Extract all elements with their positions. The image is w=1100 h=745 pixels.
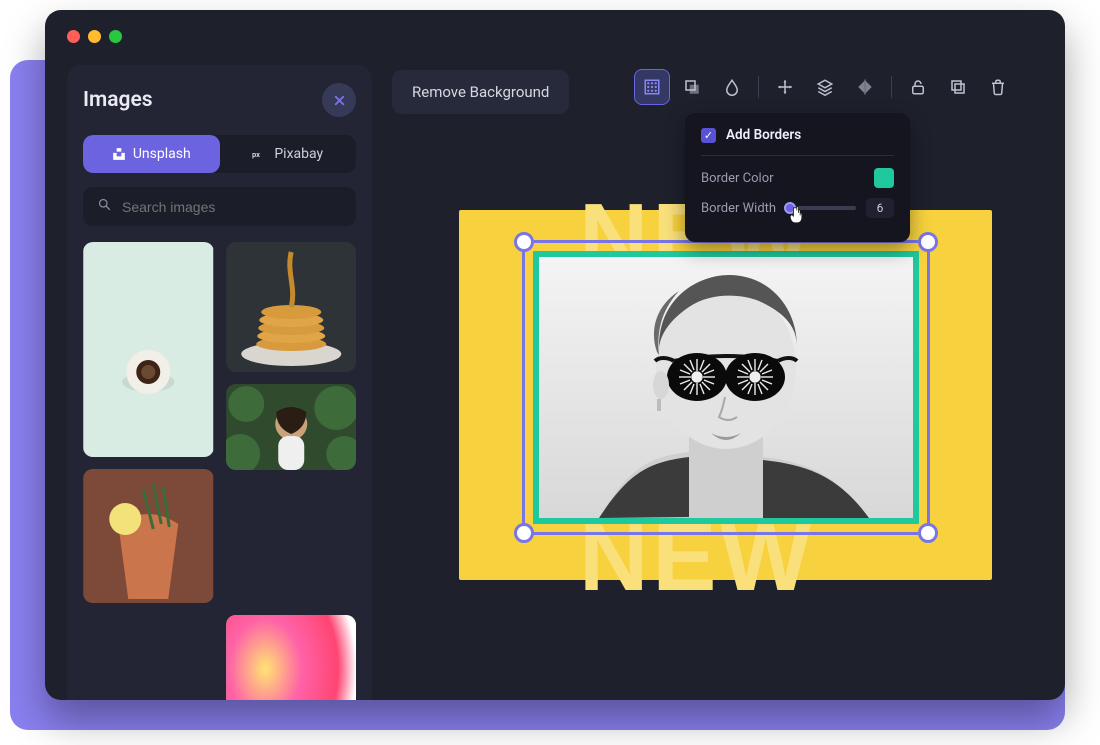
droplet-icon [723, 78, 741, 96]
pixabay-icon: px [252, 148, 267, 160]
unlock-icon [909, 78, 927, 96]
window-minimize-dot[interactable] [88, 30, 101, 43]
border-color-swatch[interactable] [874, 168, 894, 188]
images-panel: Images Unsplash px Pixabay [67, 65, 372, 700]
trash-icon [989, 78, 1007, 96]
resize-handle-tl[interactable] [514, 232, 534, 252]
border-width-value[interactable]: 6 [866, 198, 894, 218]
border-width-label: Border Width [701, 201, 776, 216]
tool-layers[interactable] [808, 70, 842, 104]
layers-icon [816, 78, 834, 96]
tool-borders[interactable] [635, 70, 669, 104]
unsplash-icon [112, 147, 126, 161]
app-window: Images Unsplash px Pixabay [45, 10, 1065, 700]
remove-background-label: Remove Background [412, 83, 549, 101]
image-thumb-coffee[interactable] [83, 242, 214, 457]
tool-flip[interactable] [848, 70, 882, 104]
add-borders-label: Add Borders [726, 127, 801, 143]
search-input[interactable] [122, 199, 342, 215]
tool-lock[interactable] [901, 70, 935, 104]
border-width-slider[interactable] [786, 206, 856, 210]
image-grid [83, 242, 356, 700]
tool-opacity[interactable] [715, 70, 749, 104]
tool-shadow[interactable] [675, 70, 709, 104]
resize-handle-tr[interactable] [918, 232, 938, 252]
shadow-icon [683, 78, 701, 96]
panel-close-button[interactable] [322, 83, 356, 117]
image-search[interactable] [83, 187, 356, 226]
search-icon [97, 197, 112, 216]
border-color-label: Border Color [701, 171, 774, 186]
image-thumb-cocktail[interactable] [83, 469, 214, 603]
duplicate-icon [949, 78, 967, 96]
move-icon [776, 78, 794, 96]
design-canvas[interactable]: NEW NEW [459, 210, 992, 580]
borders-popover: ✓ Add Borders Border Color Border Width … [685, 113, 910, 242]
window-zoom-dot[interactable] [109, 30, 122, 43]
selection-frame[interactable] [522, 240, 930, 535]
resize-handle-bl[interactable] [514, 523, 534, 543]
image-thumb-gradient[interactable] [226, 615, 357, 700]
toolbar-divider [891, 76, 892, 98]
flip-icon [856, 78, 874, 96]
image-thumb-pancakes[interactable] [226, 242, 357, 372]
tool-duplicate[interactable] [941, 70, 975, 104]
add-borders-checkbox[interactable]: ✓ [701, 128, 716, 143]
tab-pixabay[interactable]: px Pixabay [220, 135, 357, 173]
tool-position[interactable] [768, 70, 802, 104]
window-close-dot[interactable] [67, 30, 80, 43]
tab-label: Unsplash [133, 146, 191, 162]
tool-delete[interactable] [981, 70, 1015, 104]
image-source-tabs: Unsplash px Pixabay [83, 135, 356, 173]
window-traffic-lights [67, 30, 122, 43]
slider-knob[interactable] [784, 202, 796, 214]
tab-label: Pixabay [274, 146, 323, 162]
toolbar-divider [758, 76, 759, 98]
image-thumb-woman-foliage[interactable] [226, 384, 357, 470]
popover-header: ✓ Add Borders [701, 127, 894, 156]
element-toolbar [635, 70, 1015, 104]
borders-icon [643, 78, 661, 96]
close-icon [332, 93, 347, 108]
resize-handle-br[interactable] [918, 523, 938, 543]
tab-unsplash[interactable]: Unsplash [83, 135, 220, 173]
svg-text:px: px [252, 150, 260, 159]
remove-background-button[interactable]: Remove Background [392, 70, 569, 114]
panel-title: Images [83, 88, 153, 112]
